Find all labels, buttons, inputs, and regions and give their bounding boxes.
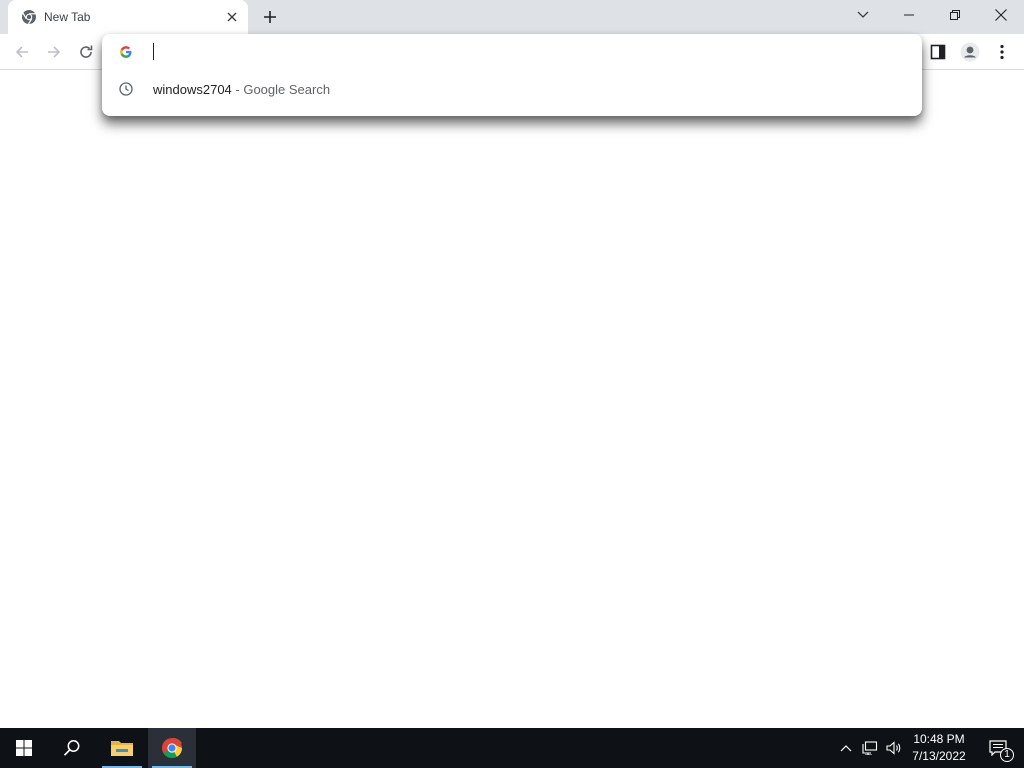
file-explorer-icon: [111, 741, 133, 756]
chrome-icon: [162, 737, 182, 759]
volume-icon: [886, 741, 901, 755]
notification-count-badge: 1: [1000, 748, 1014, 762]
forward-arrow-icon: [48, 46, 61, 58]
forward-button[interactable]: [40, 38, 68, 66]
side-panel-icon: [930, 44, 946, 60]
reload-button[interactable]: [72, 38, 100, 66]
reload-icon: [80, 45, 93, 58]
text-caret: [153, 43, 154, 60]
clock-date: 7/13/2022: [912, 749, 966, 763]
plus-icon: [264, 11, 276, 23]
more-menu-button[interactable]: [988, 38, 1016, 66]
tab-title: New Tab: [44, 10, 91, 24]
close-window-button[interactable]: [978, 0, 1024, 30]
show-hidden-icons-button[interactable]: [834, 728, 858, 768]
suggestion-separator: -: [231, 82, 244, 97]
profile-icon: [960, 42, 980, 62]
minimize-icon: [904, 14, 914, 16]
omnibox-suggestion[interactable]: windows2704 - Google Search: [102, 74, 922, 104]
close-icon: [995, 9, 1007, 21]
side-panel-button[interactable]: [924, 38, 952, 66]
chrome-taskbar-button[interactable]: [148, 728, 196, 768]
tab-search-icon: [857, 11, 869, 18]
network-icon: [862, 741, 878, 755]
tab-new-tab[interactable]: New Tab: [8, 0, 248, 34]
taskbar-clock[interactable]: 10:48 PM 7/13/2022: [908, 731, 970, 765]
file-explorer-button[interactable]: [98, 728, 146, 768]
back-arrow-icon: [15, 46, 28, 58]
chevron-up-icon: [840, 745, 852, 752]
restore-icon: [950, 10, 960, 20]
clock-time: 10:48 PM: [913, 732, 965, 746]
suggestion-text: windows2704 - Google Search: [153, 82, 330, 97]
omnibox-input[interactable]: [150, 40, 850, 64]
back-button[interactable]: [8, 38, 36, 66]
suggestion-query: windows2704: [153, 82, 232, 97]
action-center-button[interactable]: 1: [978, 728, 1018, 768]
new-tab-button[interactable]: [258, 5, 282, 29]
omnibox-dropdown: windows2704 - Google Search: [102, 34, 922, 116]
minimize-button[interactable]: [886, 0, 932, 30]
taskbar: 10:48 PM 7/13/2022 1: [0, 728, 1024, 768]
suggestion-description: Google Search: [243, 82, 331, 97]
more-menu-icon: [1000, 44, 1004, 60]
windows-start-icon: [16, 740, 32, 756]
search-icon: [63, 740, 80, 756]
profile-button[interactable]: [956, 38, 984, 66]
taskbar-search-button[interactable]: [48, 728, 96, 768]
history-clock-icon: [118, 81, 134, 97]
start-button[interactable]: [0, 728, 48, 768]
network-button[interactable]: [858, 728, 882, 768]
chrome-icon: [21, 9, 37, 25]
tab-strip: New Tab: [0, 0, 1024, 34]
google-icon: [118, 44, 134, 60]
volume-button[interactable]: [882, 728, 906, 768]
tab-close-icon[interactable]: [223, 8, 241, 26]
tab-search-button[interactable]: [840, 0, 886, 30]
restore-button[interactable]: [932, 0, 978, 30]
